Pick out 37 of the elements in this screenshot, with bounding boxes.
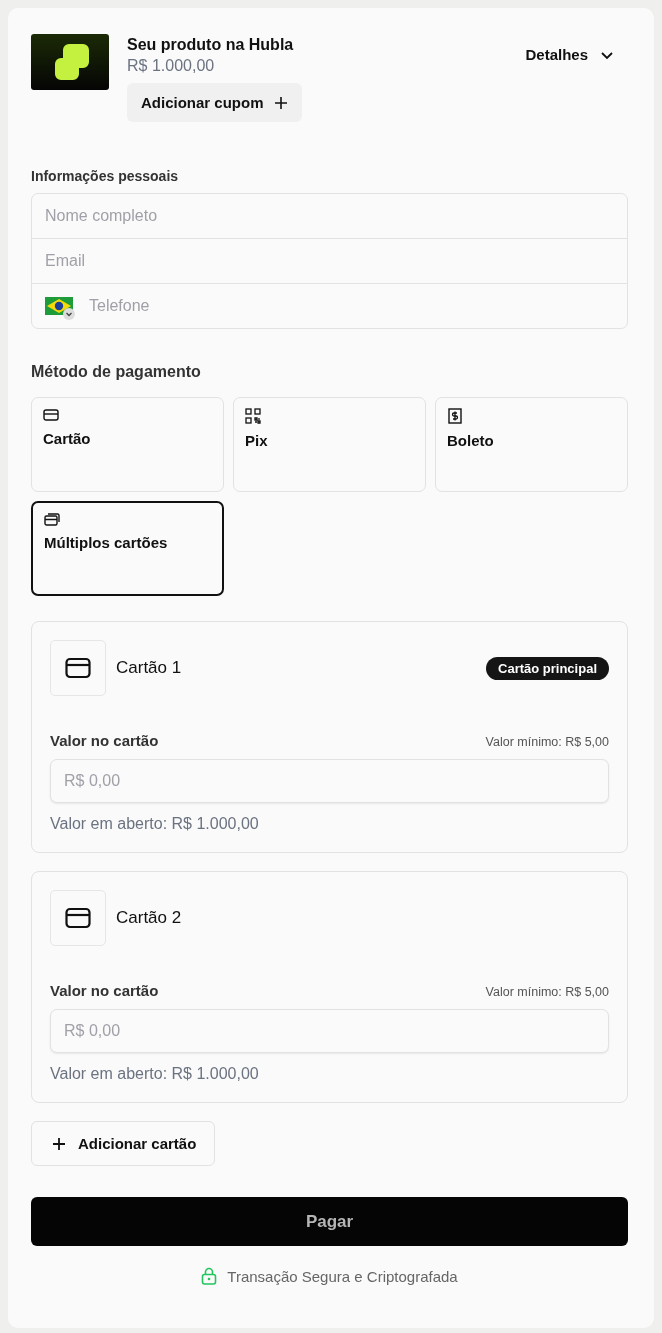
lock-icon [201,1267,218,1285]
credit-card-icon [50,890,106,946]
payment-method-option[interactable]: Boleto [435,397,628,492]
logo-icon [31,34,109,90]
minimum-amount: Valor mínimo: R$ 5,00 [485,985,609,999]
security-note: Transação Segura e Criptografada [227,1267,458,1285]
input-field[interactable]: Email [45,249,627,273]
dollar-receipt-icon [447,408,463,424]
payment-method-option[interactable]: Cartão [31,397,224,492]
plus-icon [273,95,288,110]
payment-method-option[interactable]: Pix [233,397,426,492]
details-button[interactable]: Detalhes [525,36,628,73]
phone-field[interactable]: Telefone [89,294,627,318]
minimum-amount: Valor mínimo: R$ 5,00 [485,735,609,749]
product-name: Seu produto na Hubla [127,36,295,54]
cards-icon [44,512,60,526]
payment-method-option[interactable]: Múltiplos cartões [31,501,224,596]
card-title: Cartão 2 [116,908,183,928]
field-label: Valor no cartão [50,982,159,999]
section-title: Método de pagamento [31,363,202,381]
qr-code-icon [245,408,261,424]
country-flag-icon[interactable] [45,297,77,321]
add-coupon-button[interactable]: Adicionar cupom [127,83,302,122]
amount-field[interactable]: R$ 0,00 [50,759,609,803]
amount-field[interactable]: R$ 0,00 [50,1009,609,1053]
credit-card-icon [43,408,59,422]
plus-icon [52,1136,66,1151]
open-amount: Valor em aberto: R$ 1.000,00 [50,815,260,833]
open-amount: Valor em aberto: R$ 1.000,00 [50,1065,260,1083]
input-field[interactable]: Nome completo [45,204,627,228]
card-title: Cartão 1 [116,658,183,678]
section-title: Informações pessoais [31,168,180,184]
field-label: Valor no cartão [50,732,159,749]
credit-card-icon [50,640,106,696]
main-card-badge: Cartão principal [486,656,609,680]
add-card-button[interactable]: Adicionar cartão [31,1121,216,1166]
product-price: R$ 1.000,00 [127,57,216,75]
